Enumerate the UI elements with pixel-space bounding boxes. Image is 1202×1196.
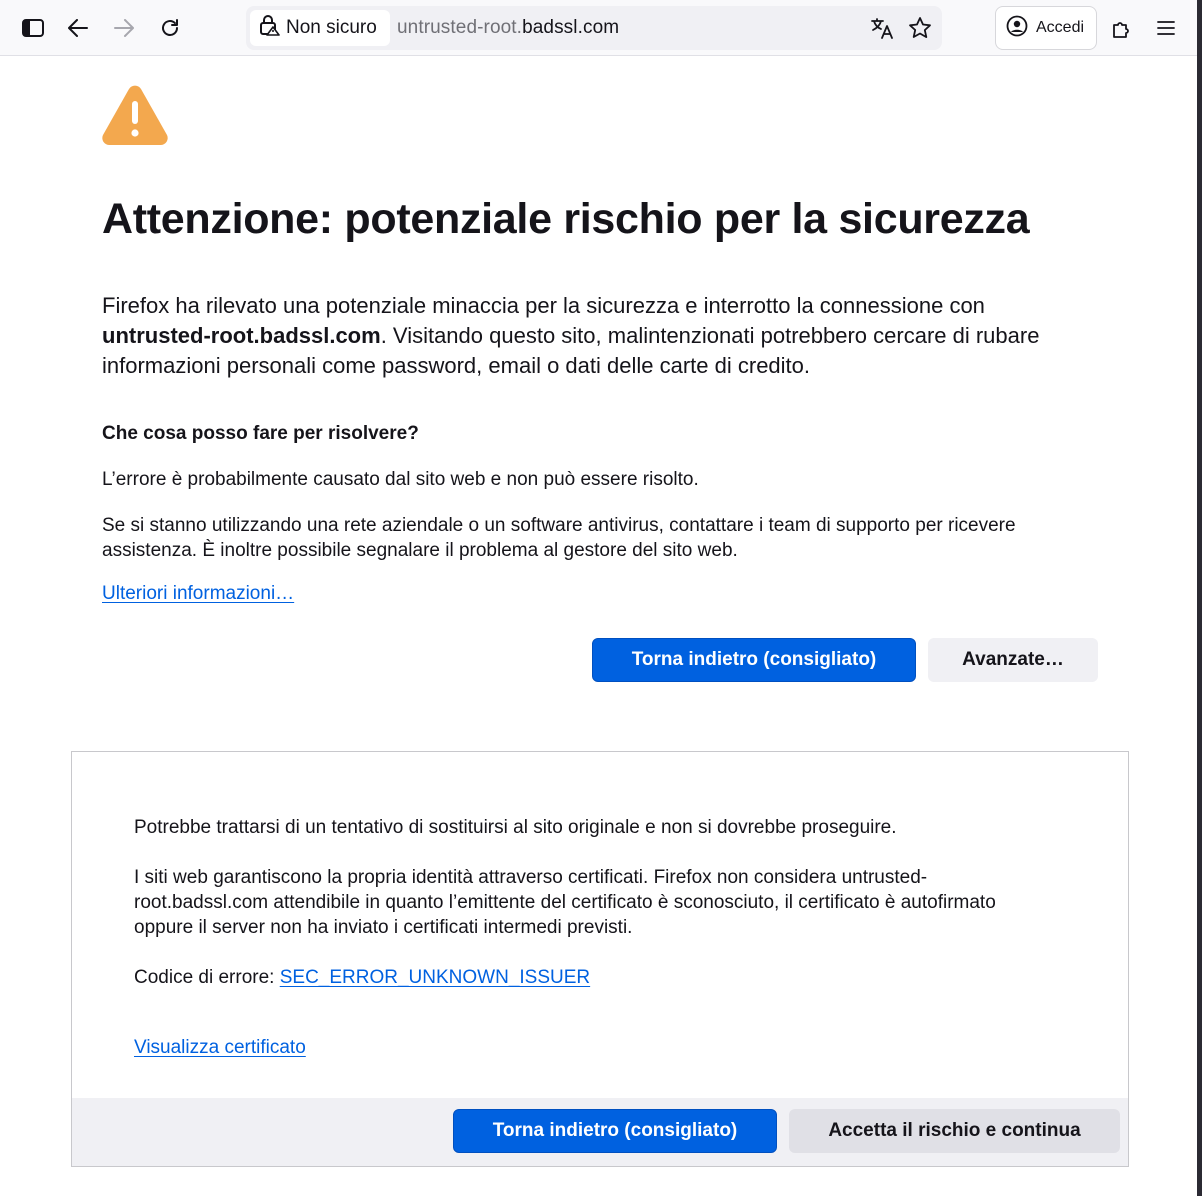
page-title: Attenzione: potenziale rischio per la si…	[102, 195, 1030, 243]
sidebar-icon[interactable]	[15, 10, 51, 46]
advanced-panel: Potrebbe trattarsi di un tentativo di so…	[71, 751, 1129, 1167]
what-paragraph-1: L’errore è probabilmente causato dal sit…	[102, 469, 699, 490]
sign-in-label: Accedi	[1036, 19, 1085, 36]
warning-triangle-icon	[100, 83, 170, 152]
url-host: badssl.com	[522, 17, 620, 38]
url-text[interactable]: untrusted-root.badssl.com	[397, 6, 619, 50]
window-edge	[1197, 0, 1202, 1196]
intro-text-before: Firefox ha rilevato una potenziale minac…	[102, 293, 985, 318]
advanced-paragraph-1: Potrebbe trattarsi di un tentativo di so…	[134, 817, 897, 838]
intro-paragraph: Firefox ha rilevato una potenziale minac…	[102, 291, 1062, 381]
error-code-link[interactable]: SEC_ERROR_UNKNOWN_ISSUER	[280, 967, 590, 988]
star-icon[interactable]	[906, 14, 934, 42]
error-code-line: Codice di errore: SEC_ERROR_UNKNOWN_ISSU…	[134, 965, 1034, 990]
forward-arrow-icon[interactable]	[106, 10, 142, 46]
advanced-paragraph-2: I siti web garantiscono la propria ident…	[134, 867, 996, 938]
what-can-i-do-heading: Che cosa posso fare per risolvere?	[102, 423, 419, 444]
reload-icon[interactable]	[152, 10, 188, 46]
error-page: Attenzione: potenziale rischio per la si…	[0, 57, 1202, 1196]
advanced-go-back-button[interactable]: Torna indietro (consigliato)	[453, 1109, 777, 1153]
advanced-footer: Torna indietro (consigliato) Accetta il …	[72, 1098, 1128, 1166]
identity-label: Non sicuro	[286, 17, 377, 38]
translate-icon[interactable]	[868, 14, 896, 42]
puzzle-icon[interactable]	[1104, 10, 1140, 46]
accept-risk-button[interactable]: Accetta il rischio e continua	[789, 1109, 1120, 1153]
advanced-button[interactable]: Avanzate…	[928, 638, 1098, 682]
what-paragraph-2: Se si stanno utilizzando una rete aziend…	[102, 515, 1016, 561]
view-certificate-link[interactable]: Visualizza certificato	[134, 1037, 306, 1058]
view-certificate-line: Visualizza certificato	[134, 1035, 1034, 1060]
account-icon	[1006, 15, 1028, 42]
url-bar[interactable]: Non sicuro untrusted-root.badssl.com	[246, 6, 942, 50]
url-prefix: untrusted-root.	[397, 17, 523, 38]
hamburger-menu-icon[interactable]	[1148, 10, 1184, 46]
sign-in-button[interactable]: Accedi	[995, 6, 1097, 50]
intro-host: untrusted-root.badssl.com	[102, 323, 381, 348]
error-code-label: Codice di errore:	[134, 967, 280, 988]
learn-more-link[interactable]: Ulteriori informazioni…	[102, 583, 294, 605]
identity-box[interactable]: Non sicuro	[250, 10, 390, 46]
go-back-button[interactable]: Torna indietro (consigliato)	[592, 638, 916, 682]
browser-toolbar: Non sicuro untrusted-root.badssl.com Acc…	[0, 0, 1202, 56]
insecure-lock-icon	[258, 14, 280, 42]
back-arrow-icon[interactable]	[60, 10, 96, 46]
